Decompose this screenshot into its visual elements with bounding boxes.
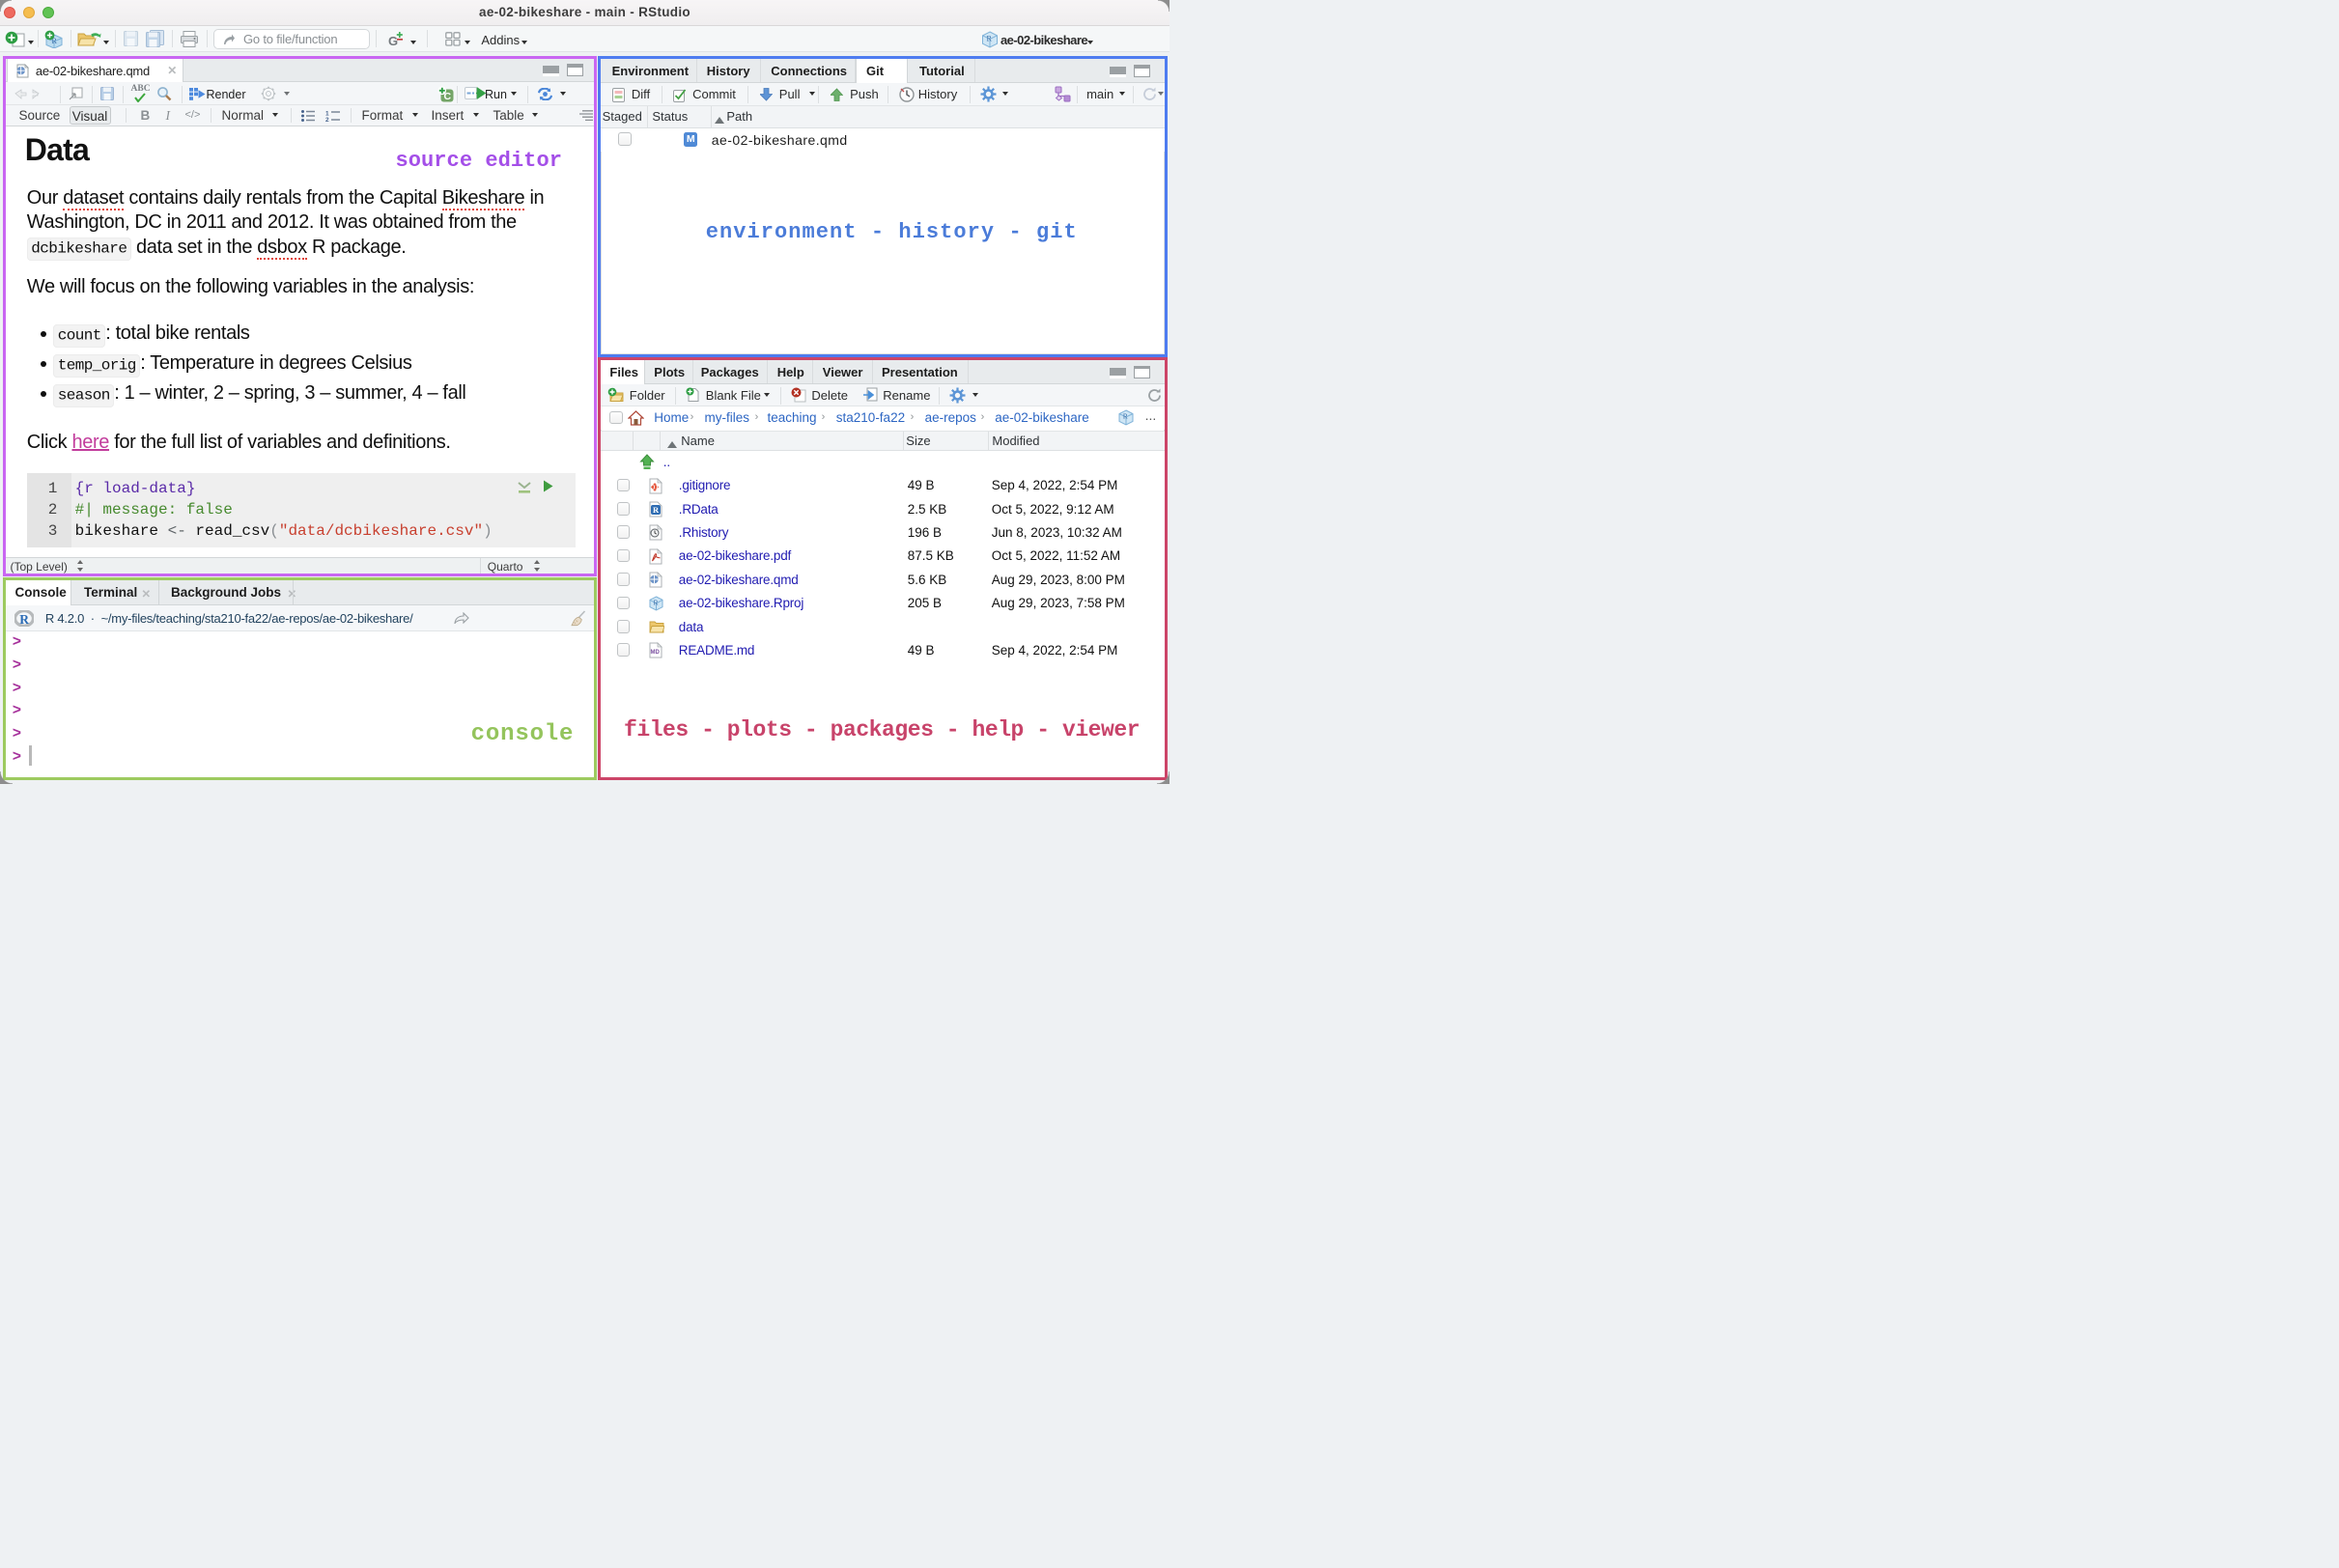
- svg-text:R: R: [654, 598, 659, 606]
- svg-text:2: 2: [325, 117, 329, 122]
- svg-text:MD: MD: [651, 650, 661, 656]
- svg-text:R: R: [1122, 412, 1127, 421]
- svg-text:R: R: [653, 505, 660, 515]
- svg-text:R: R: [19, 612, 29, 627]
- svg-text:G: G: [388, 34, 398, 47]
- svg-text:R: R: [987, 34, 993, 42]
